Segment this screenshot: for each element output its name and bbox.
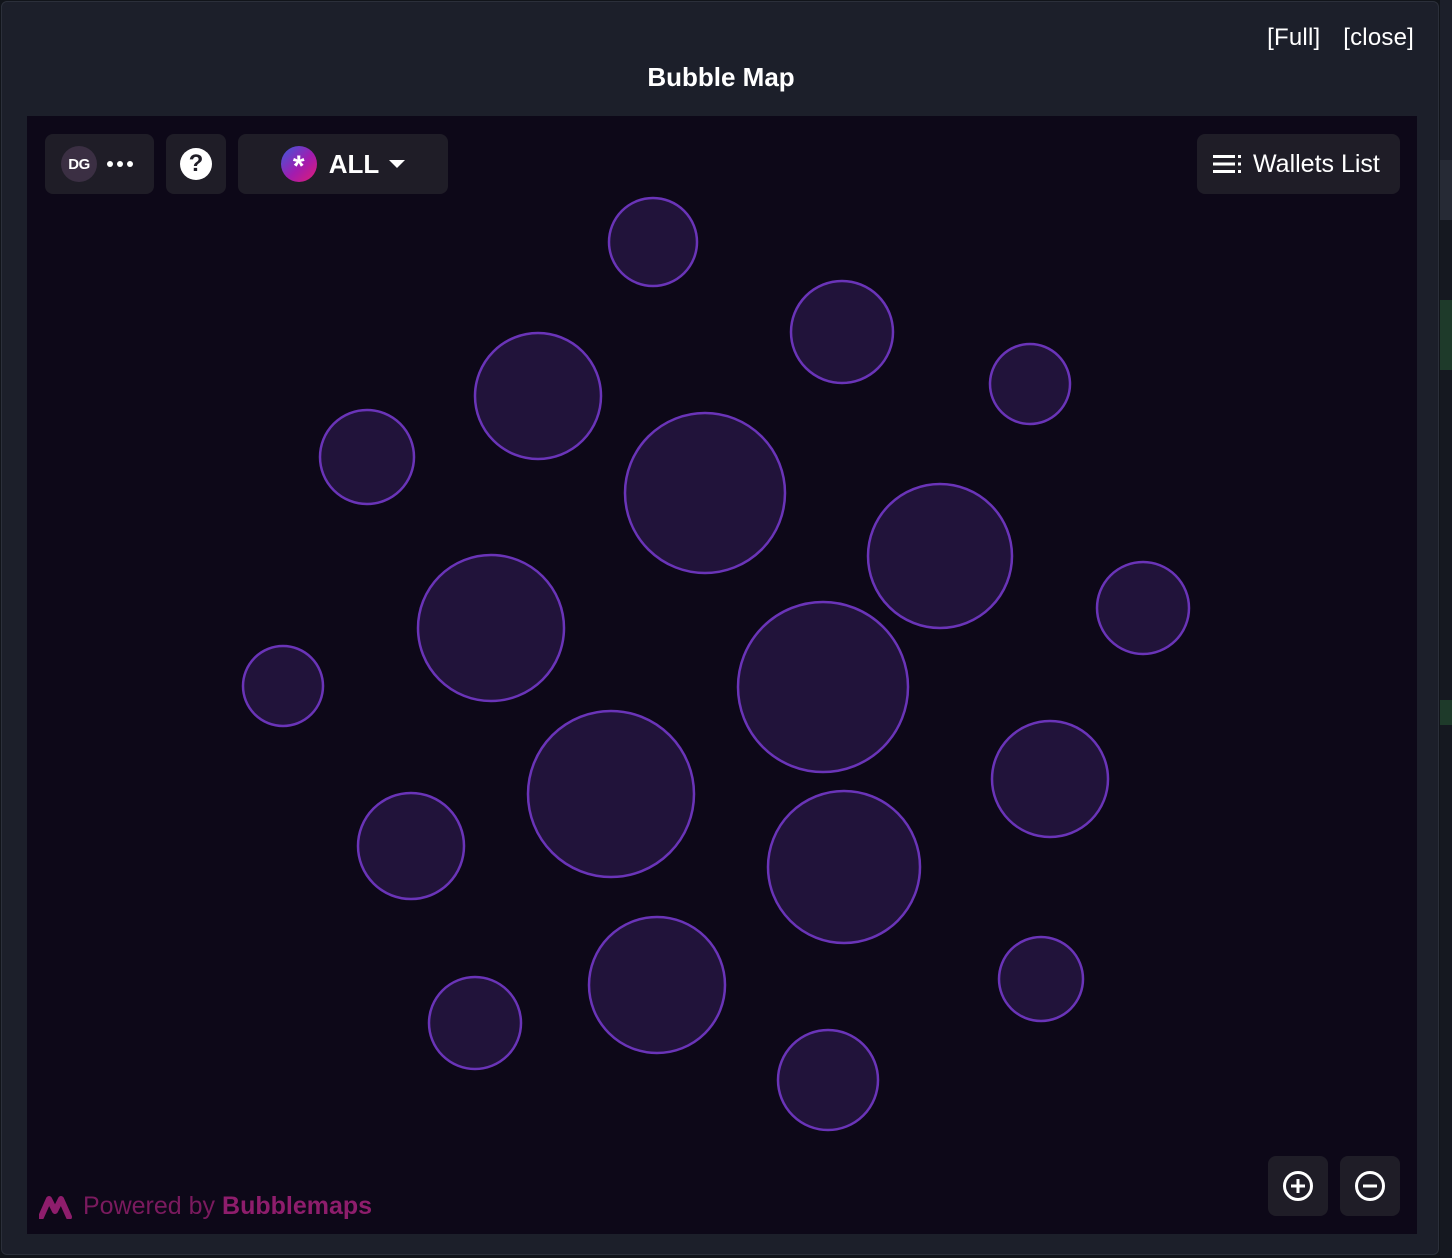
wallet-bubble[interactable] [473, 331, 603, 461]
chevron-down-icon [389, 160, 406, 168]
help-icon: ? [180, 148, 212, 180]
wallet-bubble[interactable] [318, 408, 416, 506]
help-button[interactable]: ? [166, 134, 226, 194]
plus-circle-icon [1283, 1171, 1313, 1201]
wallet-bubble[interactable] [526, 709, 696, 879]
minus-circle-icon [1355, 1171, 1385, 1201]
brand-name: Bubblemaps [222, 1192, 373, 1220]
powered-by-text: Powered by [83, 1192, 216, 1220]
wallet-bubble[interactable] [623, 411, 787, 575]
wallet-bubble[interactable] [427, 975, 523, 1071]
wallet-bubble[interactable] [736, 600, 910, 774]
wallet-bubble[interactable] [766, 789, 922, 945]
zoom-out-button[interactable] [1340, 1156, 1400, 1216]
wallet-bubble[interactable] [997, 935, 1085, 1023]
zoom-in-button[interactable] [1268, 1156, 1328, 1216]
top-links: [Full] [close] [1251, 24, 1414, 52]
close-link[interactable]: [close] [1343, 24, 1414, 51]
bubblemaps-logo-icon [39, 1195, 72, 1219]
bubble-map-canvas[interactable]: DG ? * ALL Wallets List Powered by Bubbl… [27, 116, 1417, 1234]
wallet-bubble[interactable] [866, 482, 1014, 630]
filter-dropdown[interactable]: * ALL [238, 134, 448, 194]
token-menu-button[interactable]: DG [45, 134, 154, 194]
more-dots-icon [107, 161, 133, 167]
wallet-bubble[interactable] [607, 196, 699, 288]
wallet-bubble[interactable] [990, 719, 1110, 839]
wallet-bubble[interactable] [241, 644, 325, 728]
bubble-map-modal: [Full] [close] Bubble Map DG ? * ALL Wal… [1, 1, 1439, 1255]
wallets-list-button[interactable]: Wallets List [1197, 134, 1400, 194]
wallet-bubble[interactable] [789, 279, 895, 385]
asterisk-icon: * [280, 146, 317, 183]
wallet-bubble[interactable] [587, 915, 727, 1055]
wallet-bubble[interactable] [416, 553, 566, 703]
bubbles-layer [241, 196, 1191, 1132]
list-icon [1213, 155, 1241, 173]
wallet-bubble[interactable] [356, 791, 466, 901]
powered-by-bubblemaps[interactable]: Powered by Bubblemaps [39, 1192, 372, 1221]
full-link[interactable]: [Full] [1267, 24, 1320, 51]
filter-label: ALL [328, 148, 380, 179]
background-page-edge [1440, 0, 1452, 1258]
wallet-bubble[interactable] [776, 1028, 880, 1132]
avatar: DG [61, 146, 97, 182]
wallet-bubble[interactable] [988, 342, 1072, 426]
wallets-list-label: Wallets List [1253, 149, 1380, 178]
wallet-bubble[interactable] [1095, 560, 1191, 656]
modal-title: Bubble Map [647, 62, 795, 92]
